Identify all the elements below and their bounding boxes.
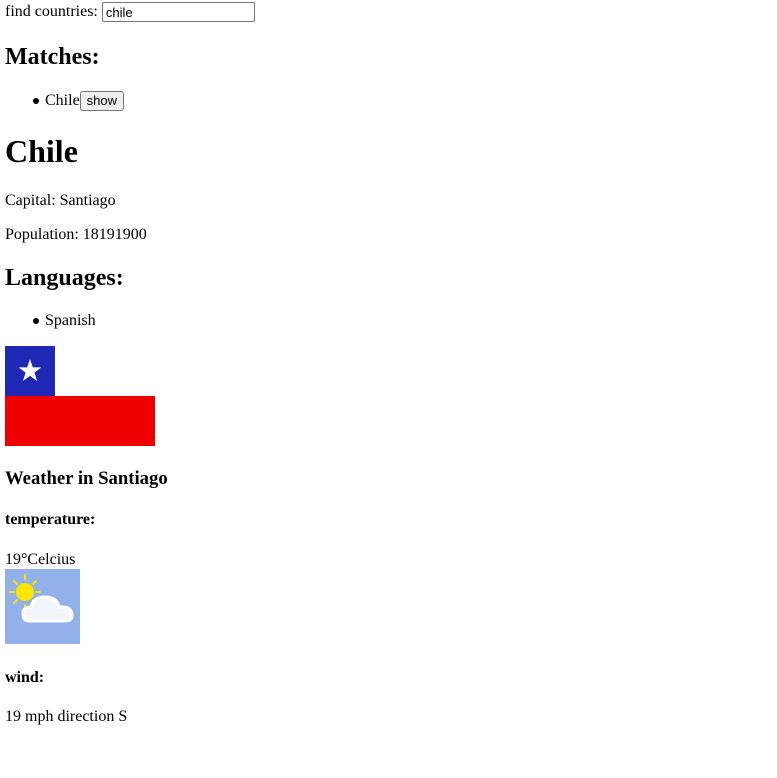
population-line: Population: 18191900 [5, 225, 147, 245]
list-item: Spanish [33, 311, 96, 331]
weather-heading: Weather in Santiago [5, 468, 168, 489]
list-bullet [33, 98, 39, 104]
languages-heading: Languages: [5, 265, 124, 291]
partly-cloudy-icon [5, 569, 80, 644]
language-name: Spanish [45, 312, 96, 329]
search-row: find countries: [5, 2, 255, 22]
wind-label: wind: [5, 669, 45, 686]
match-name: Chile [45, 92, 80, 109]
capital-value: Santiago [59, 192, 116, 209]
capital-label: Capital: [5, 192, 56, 209]
flag-of-chile-icon [5, 346, 155, 446]
population-label: Population: [5, 226, 79, 243]
temperature-label: temperature: [5, 511, 96, 528]
population-value: 18191900 [82, 226, 147, 243]
country-name: Chile [5, 133, 78, 169]
wind-value: 19 mph direction S [5, 708, 128, 725]
list-item: Chile show [33, 91, 125, 111]
matches-heading: Matches: [5, 44, 100, 70]
search-input[interactable] [101, 2, 255, 22]
show-button[interactable]: show [79, 91, 125, 111]
search-label: find countries: [5, 3, 98, 20]
list-bullet [33, 318, 39, 324]
temperature-value: 19°Celcius [5, 551, 76, 568]
capital-line: Capital: Santiago [5, 191, 116, 211]
